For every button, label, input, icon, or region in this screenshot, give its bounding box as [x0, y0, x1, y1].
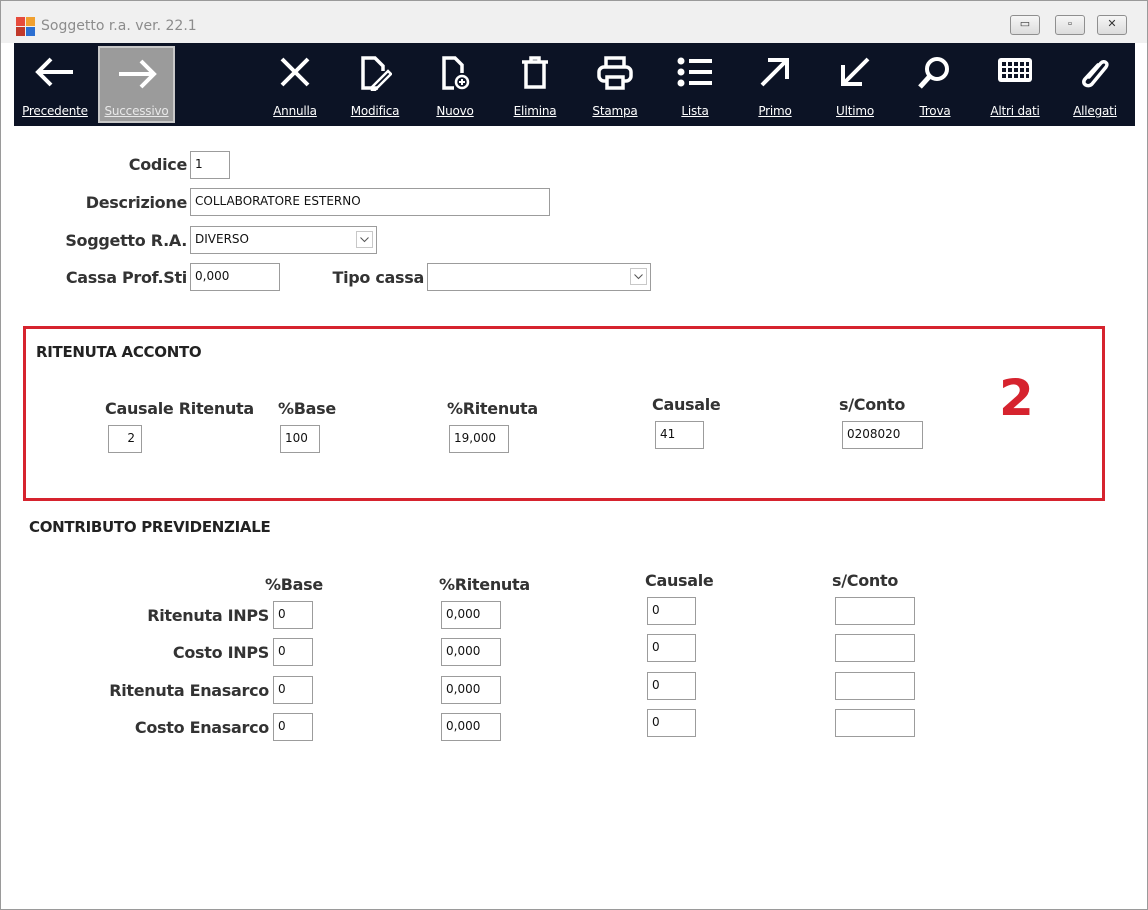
- cassa-prof-label: Cassa Prof.Sti: [65, 268, 187, 287]
- ritenuta-enasarco-ritenuta-input[interactable]: 0,000: [441, 676, 501, 704]
- contributo-base-header: %Base: [265, 575, 323, 594]
- allegati-label: Allegati: [1073, 104, 1117, 118]
- arrow-up-right-icon: [760, 58, 789, 87]
- sconto-label: s/Conto: [839, 395, 906, 414]
- causale-ritenuta-input[interactable]: 2: [108, 425, 142, 453]
- precedente-button[interactable]: Precedente: [14, 43, 96, 126]
- soggetto-ra-label: Soggetto R.A.: [65, 231, 187, 250]
- descrizione-input[interactable]: COLLABORATORE ESTERNO: [190, 188, 550, 216]
- arrow-left-icon: [35, 57, 73, 87]
- keyboard-grid-icon: [998, 58, 1032, 82]
- costo-enasarco-sconto-input[interactable]: [835, 709, 915, 737]
- contributo-causale-header: Causale: [645, 571, 714, 590]
- successivo-label: Successivo: [104, 104, 169, 118]
- precedente-label: Precedente: [22, 104, 88, 118]
- ritenuta-enasarco-causale-input[interactable]: 0: [647, 672, 696, 700]
- edit-document-icon: [361, 56, 392, 91]
- lista-button[interactable]: Lista: [659, 43, 731, 126]
- ritenuta-inps-base-input[interactable]: 0: [273, 601, 313, 629]
- modifica-label: Modifica: [350, 104, 400, 118]
- trova-button[interactable]: Trova: [899, 43, 971, 126]
- contributo-sconto-header: s/Conto: [832, 571, 899, 590]
- tipo-cassa-label: Tipo cassa: [332, 268, 424, 287]
- chevron-down-icon[interactable]: [630, 268, 647, 285]
- ritenuta-acconto-title: RITENUTA ACCONTO: [36, 343, 202, 361]
- close-button[interactable]: ✕: [1097, 15, 1127, 35]
- chevron-down-icon[interactable]: [356, 231, 373, 248]
- row-label-costo-inps: Costo INPS: [172, 643, 269, 662]
- maximize-button[interactable]: ▫: [1055, 15, 1085, 35]
- ultimo-button[interactable]: Ultimo: [819, 43, 891, 126]
- printer-icon: [597, 56, 633, 90]
- close-x-icon: [280, 57, 310, 87]
- soggetto-ra-value: DIVERSO: [195, 232, 249, 246]
- altri-dati-label: Altri dati: [990, 104, 1040, 118]
- soggetto-ra-select[interactable]: DIVERSO: [190, 226, 377, 254]
- base-input[interactable]: 100: [280, 425, 320, 453]
- ritenuta-inps-ritenuta-input[interactable]: 0,000: [441, 601, 501, 629]
- list-icon: [677, 57, 712, 87]
- causale-input[interactable]: 41: [655, 421, 704, 449]
- costo-inps-sconto-input[interactable]: [835, 634, 915, 662]
- codice-input[interactable]: 1: [190, 151, 230, 179]
- primo-label: Primo: [758, 104, 792, 118]
- toolbar: Precedente Successivo Annulla Modifica N…: [14, 43, 1135, 126]
- minimize-button[interactable]: ▭: [1010, 15, 1040, 35]
- contributo-ritenuta-header: %Ritenuta: [439, 575, 530, 594]
- ritenuta-inps-sconto-input[interactable]: [835, 597, 915, 625]
- new-document-icon: [442, 56, 470, 90]
- costo-inps-ritenuta-input[interactable]: 0,000: [441, 638, 501, 666]
- annotation-number: 2: [999, 369, 1034, 427]
- costo-inps-causale-input[interactable]: 0: [647, 634, 696, 662]
- title-bar: Soggetto r.a. ver. 22.1 ▭ ▫ ✕: [1, 1, 1147, 43]
- row-label-ritenuta-enasarco: Ritenuta Enasarco: [109, 681, 269, 700]
- stampa-button[interactable]: Stampa: [579, 43, 651, 126]
- costo-inps-base-input[interactable]: 0: [273, 638, 313, 666]
- row-label-costo-enasarco: Costo Enasarco: [134, 718, 269, 737]
- causale-ritenuta-label: Causale Ritenuta: [105, 399, 254, 418]
- ritenuta-enasarco-sconto-input[interactable]: [835, 672, 915, 700]
- causale-label: Causale: [652, 395, 721, 414]
- annulla-button[interactable]: Annulla: [259, 43, 331, 126]
- allegati-button[interactable]: Allegati: [1059, 43, 1131, 126]
- window-title: Soggetto r.a. ver. 22.1: [41, 18, 197, 34]
- codice-label: Codice: [128, 155, 188, 174]
- costo-enasarco-causale-input[interactable]: 0: [647, 709, 696, 737]
- nuovo-label: Nuovo: [436, 104, 474, 118]
- app-window: Soggetto r.a. ver. 22.1 ▭ ▫ ✕ Precedente…: [0, 0, 1148, 910]
- ultimo-label: Ultimo: [836, 104, 874, 118]
- search-icon: [918, 57, 949, 89]
- base-label: %Base: [278, 399, 336, 418]
- costo-enasarco-base-input[interactable]: 0: [273, 713, 313, 741]
- sconto-input[interactable]: 0208020: [842, 421, 923, 449]
- successivo-button[interactable]: Successivo: [98, 46, 175, 123]
- lista-label: Lista: [681, 104, 709, 118]
- modifica-button[interactable]: Modifica: [339, 43, 411, 126]
- row-label-ritenuta-inps: Ritenuta INPS: [147, 606, 269, 625]
- ritenuta-perc-input[interactable]: 19,000: [449, 425, 509, 453]
- stampa-label: Stampa: [592, 104, 638, 118]
- tipo-cassa-select[interactable]: [427, 263, 651, 291]
- arrow-down-left-icon: [841, 57, 870, 86]
- trash-icon: [522, 56, 548, 89]
- ritenuta-inps-causale-input[interactable]: 0: [647, 597, 696, 625]
- elimina-label: Elimina: [513, 104, 557, 118]
- app-icon: [16, 17, 36, 37]
- nuovo-button[interactable]: Nuovo: [419, 43, 491, 126]
- arrow-right-icon: [118, 59, 157, 89]
- trova-label: Trova: [919, 104, 951, 118]
- annulla-label: Annulla: [273, 104, 317, 118]
- elimina-button[interactable]: Elimina: [499, 43, 571, 126]
- paperclip-icon: [1082, 60, 1109, 88]
- ritenuta-perc-label: %Ritenuta: [447, 399, 538, 418]
- contributo-previdenziale-title: CONTRIBUTO PREVIDENZIALE: [29, 518, 271, 536]
- costo-enasarco-ritenuta-input[interactable]: 0,000: [441, 713, 501, 741]
- cassa-prof-input[interactable]: 0,000: [190, 263, 280, 291]
- ritenuta-enasarco-base-input[interactable]: 0: [273, 676, 313, 704]
- descrizione-label: Descrizione: [85, 193, 188, 212]
- primo-button[interactable]: Primo: [739, 43, 811, 126]
- altri-dati-button[interactable]: Altri dati: [979, 43, 1051, 126]
